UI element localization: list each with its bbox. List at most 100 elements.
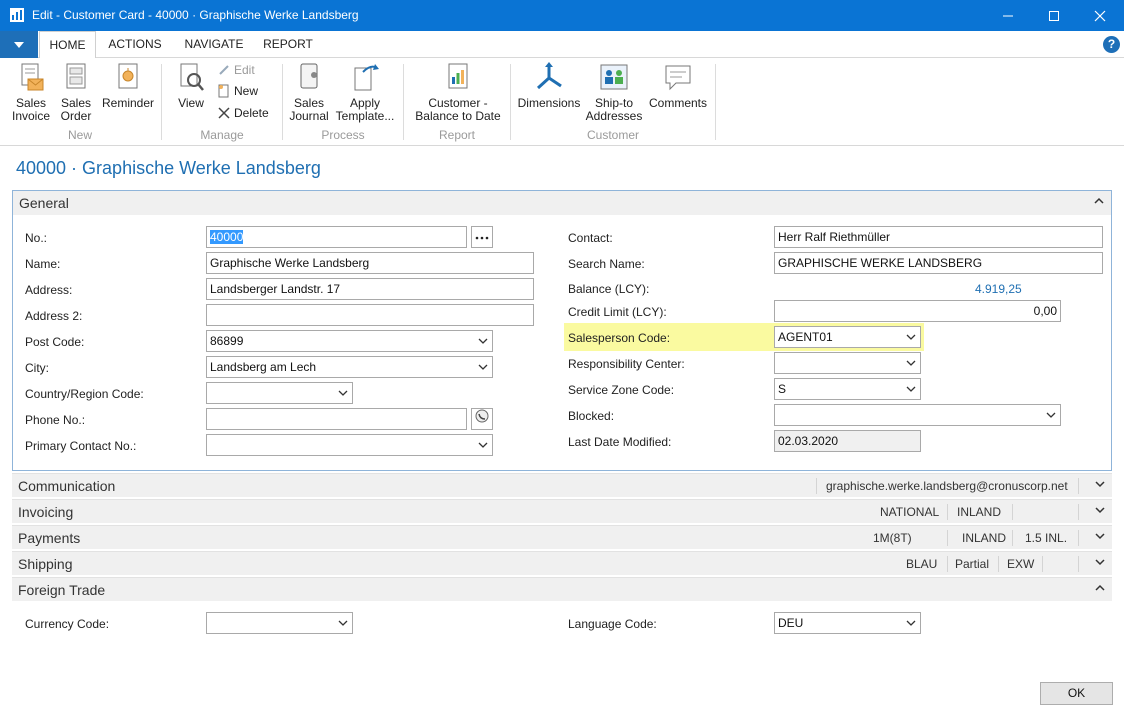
dimensions-button[interactable]: Dimensions xyxy=(516,62,582,110)
responsibility-center-dropdown[interactable] xyxy=(774,352,921,374)
communication-summary-email: graphische.werke.landsberg@cronuscorp.ne… xyxy=(826,479,1068,493)
comments-button[interactable]: Comments xyxy=(646,62,710,110)
payments-header[interactable]: Payments 1M(8T) INLAND 1.5 INL. xyxy=(12,525,1112,549)
delete-label: Delete xyxy=(234,106,269,120)
credit-limit-field[interactable]: 0,00 xyxy=(774,300,1061,322)
comments-icon xyxy=(665,65,691,91)
help-icon[interactable]: ? xyxy=(1103,36,1120,53)
service-zone-code-value: S xyxy=(778,382,787,396)
app-menu-button[interactable] xyxy=(0,31,38,58)
balance-value-link[interactable]: 4.919,25 xyxy=(975,282,1022,296)
city-dropdown[interactable]: Landsberg am Lech xyxy=(206,356,493,378)
payments-summary-3: 1.5 INL. xyxy=(1025,531,1068,545)
sales-order-button[interactable]: Sales Order xyxy=(56,62,96,123)
group-label-customer: Customer xyxy=(586,128,639,142)
maximize-button[interactable] xyxy=(1031,0,1077,31)
window-title: Edit - Customer Card - 40000 · Graphisch… xyxy=(32,8,359,22)
delete-button[interactable]: Delete xyxy=(218,106,269,120)
ship-to-addresses-button[interactable]: Ship-to Addresses xyxy=(584,62,644,123)
close-button[interactable] xyxy=(1077,0,1123,31)
tab-navigate[interactable]: NAVIGATE xyxy=(176,31,252,58)
dimensions-icon xyxy=(536,62,562,90)
minimize-button[interactable] xyxy=(985,0,1031,31)
ship-to-label-2: Addresses xyxy=(585,109,643,123)
salesperson-code-dropdown[interactable]: AGENT01 xyxy=(774,326,921,348)
search-name-label: Search Name: xyxy=(568,257,645,271)
summary-separator xyxy=(947,556,948,572)
chevron-down-icon xyxy=(1046,412,1056,418)
country-dropdown[interactable] xyxy=(206,382,353,404)
currency-code-dropdown[interactable] xyxy=(206,612,353,634)
invoicing-header[interactable]: Invoicing NATIONAL INLAND xyxy=(12,499,1112,523)
delete-icon xyxy=(218,107,230,119)
tab-home[interactable]: HOME xyxy=(39,31,96,59)
tab-actions[interactable]: ACTIONS xyxy=(100,31,170,58)
sales-invoice-button[interactable]: Sales Invoice xyxy=(8,62,54,123)
language-code-dropdown[interactable]: DEU xyxy=(774,612,921,634)
summary-separator xyxy=(1078,556,1079,572)
blocked-dropdown[interactable] xyxy=(774,404,1061,426)
maximize-icon xyxy=(1049,10,1059,21)
general-header[interactable]: General xyxy=(13,191,1111,215)
chevron-down-icon xyxy=(478,364,488,370)
primary-contact-dropdown[interactable] xyxy=(206,434,493,456)
salesperson-code-value: AGENT01 xyxy=(778,330,833,344)
contact-field[interactable]: Herr Ralf Riethmüller xyxy=(774,226,1103,248)
post-code-label: Post Code: xyxy=(25,335,85,349)
summary-separator xyxy=(947,504,948,520)
ok-button[interactable]: OK xyxy=(1040,682,1113,705)
minimize-icon xyxy=(1003,15,1013,16)
post-code-value: 86899 xyxy=(210,334,244,348)
name-label: Name: xyxy=(25,257,61,271)
chevron-down-icon xyxy=(906,620,916,626)
chevron-down-icon xyxy=(1095,559,1105,566)
address-field[interactable]: Landsberger Landstr. 17 xyxy=(206,278,534,300)
name-field[interactable]: Graphische Werke Landsberg xyxy=(206,252,534,274)
phone-field[interactable] xyxy=(206,408,467,430)
group-label-report: Report xyxy=(438,128,476,142)
sales-journal-button[interactable]: Sales Journal xyxy=(288,62,330,123)
reminder-icon xyxy=(118,63,138,89)
no-field[interactable]: 40000 xyxy=(206,226,467,248)
sales-invoice-icon xyxy=(21,63,44,91)
apply-template-button[interactable]: Apply Template... xyxy=(334,62,396,123)
city-label: City: xyxy=(25,361,49,375)
view-button[interactable]: View xyxy=(172,62,210,110)
primary-contact-label: Primary Contact No.: xyxy=(25,439,137,453)
ribbon: Sales Invoice Sales Order Reminder New V… xyxy=(0,58,1124,146)
currency-code-label: Currency Code: xyxy=(25,617,110,631)
summary-separator xyxy=(947,530,948,546)
country-label: Country/Region Code: xyxy=(25,387,144,401)
no-lookup-button[interactable] xyxy=(471,226,493,248)
foreign-trade-header[interactable]: Foreign Trade xyxy=(12,577,1112,601)
communication-title: Communication xyxy=(18,478,116,494)
no-label: No.: xyxy=(25,231,48,245)
summary-separator xyxy=(1078,530,1079,546)
invoicing-summary-1: NATIONAL xyxy=(880,505,940,519)
ribbon-tabs: HOME ACTIONS NAVIGATE REPORT ? xyxy=(0,31,1124,59)
post-code-dropdown[interactable]: 86899 xyxy=(206,330,493,352)
last-date-modified-label: Last Date Modified: xyxy=(568,435,672,449)
pencil-icon xyxy=(219,65,229,75)
customer-balance-to-date-button[interactable]: Customer - Balance to Date xyxy=(410,62,506,123)
sales-journal-label-1: Sales xyxy=(293,96,325,110)
chevron-down-icon xyxy=(1095,481,1105,488)
reminder-button[interactable]: Reminder xyxy=(100,62,156,110)
communication-header[interactable]: Communication graphische.werke.landsberg… xyxy=(12,473,1112,497)
address-2-field[interactable] xyxy=(206,304,534,326)
sales-journal-label-2: Journal xyxy=(289,109,329,123)
ship-to-addresses-icon xyxy=(600,64,628,90)
group-label-manage: Manage xyxy=(200,128,244,142)
edit-button[interactable]: Edit xyxy=(218,63,255,77)
new-button[interactable]: New xyxy=(218,84,258,98)
shipping-header[interactable]: Shipping BLAU Partial EXW xyxy=(12,551,1112,575)
phone-call-button[interactable] xyxy=(471,408,493,430)
responsibility-center-label: Responsibility Center: xyxy=(568,357,685,371)
title-bar: Edit - Customer Card - 40000 · Graphisch… xyxy=(0,0,1124,31)
tab-report[interactable]: REPORT xyxy=(258,31,318,58)
sales-invoice-label-1: Sales xyxy=(15,96,47,110)
search-name-field[interactable]: GRAPHISCHE WERKE LANDSBERG xyxy=(774,252,1103,274)
summary-separator xyxy=(998,556,999,572)
service-zone-code-dropdown[interactable]: S xyxy=(774,378,921,400)
customer-balance-label-2: Balance to Date xyxy=(415,109,501,123)
